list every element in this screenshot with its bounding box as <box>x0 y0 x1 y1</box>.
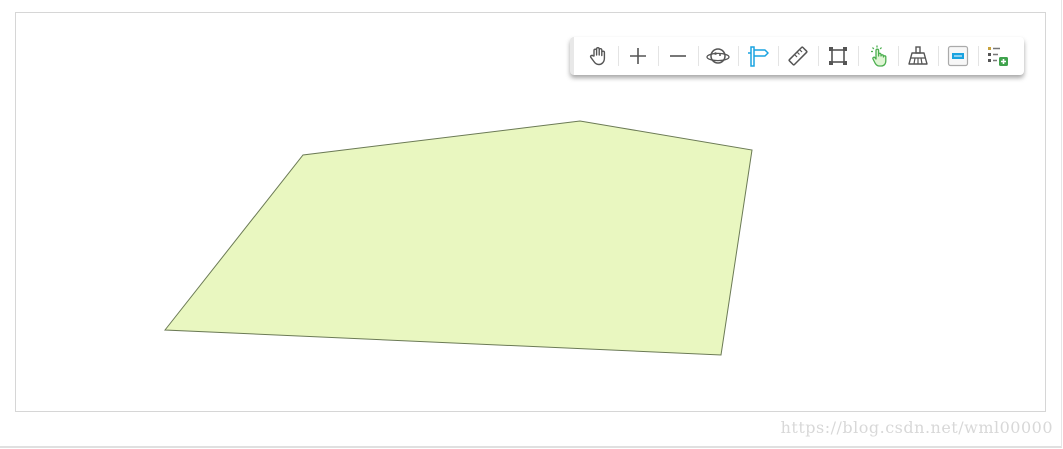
watermark-text: https://blog.csdn.net/wml00000 <box>780 418 1053 437</box>
minus-icon <box>670 55 686 57</box>
plus-icon <box>630 48 646 64</box>
pan-tool-button[interactable] <box>578 41 618 71</box>
map-view[interactable] <box>15 12 1046 412</box>
frame-icon <box>829 47 847 65</box>
zoom-in-button[interactable] <box>618 41 658 71</box>
ruler-icon <box>788 46 808 66</box>
window-button[interactable] <box>938 41 978 71</box>
map-toolbar <box>570 37 1024 75</box>
select-extent-button[interactable] <box>818 41 858 71</box>
signpost-icon <box>748 46 769 67</box>
map-polygon[interactable] <box>164 120 753 356</box>
layer-list-button[interactable] <box>978 41 1018 71</box>
window-icon <box>947 45 969 67</box>
full-extent-button[interactable] <box>698 41 738 71</box>
pointer-click-icon <box>871 45 887 67</box>
page: https://blog.csdn.net/wml00000 <box>0 0 1063 449</box>
globe-icon <box>706 48 730 64</box>
hand-icon <box>589 47 606 66</box>
measure-button[interactable] <box>778 41 818 71</box>
broom-icon <box>908 46 928 65</box>
identify-button[interactable] <box>858 41 898 71</box>
navigation-button[interactable] <box>738 41 778 71</box>
clear-button[interactable] <box>898 41 938 71</box>
zoom-out-button[interactable] <box>658 41 698 71</box>
layer-add-icon <box>988 47 1008 66</box>
